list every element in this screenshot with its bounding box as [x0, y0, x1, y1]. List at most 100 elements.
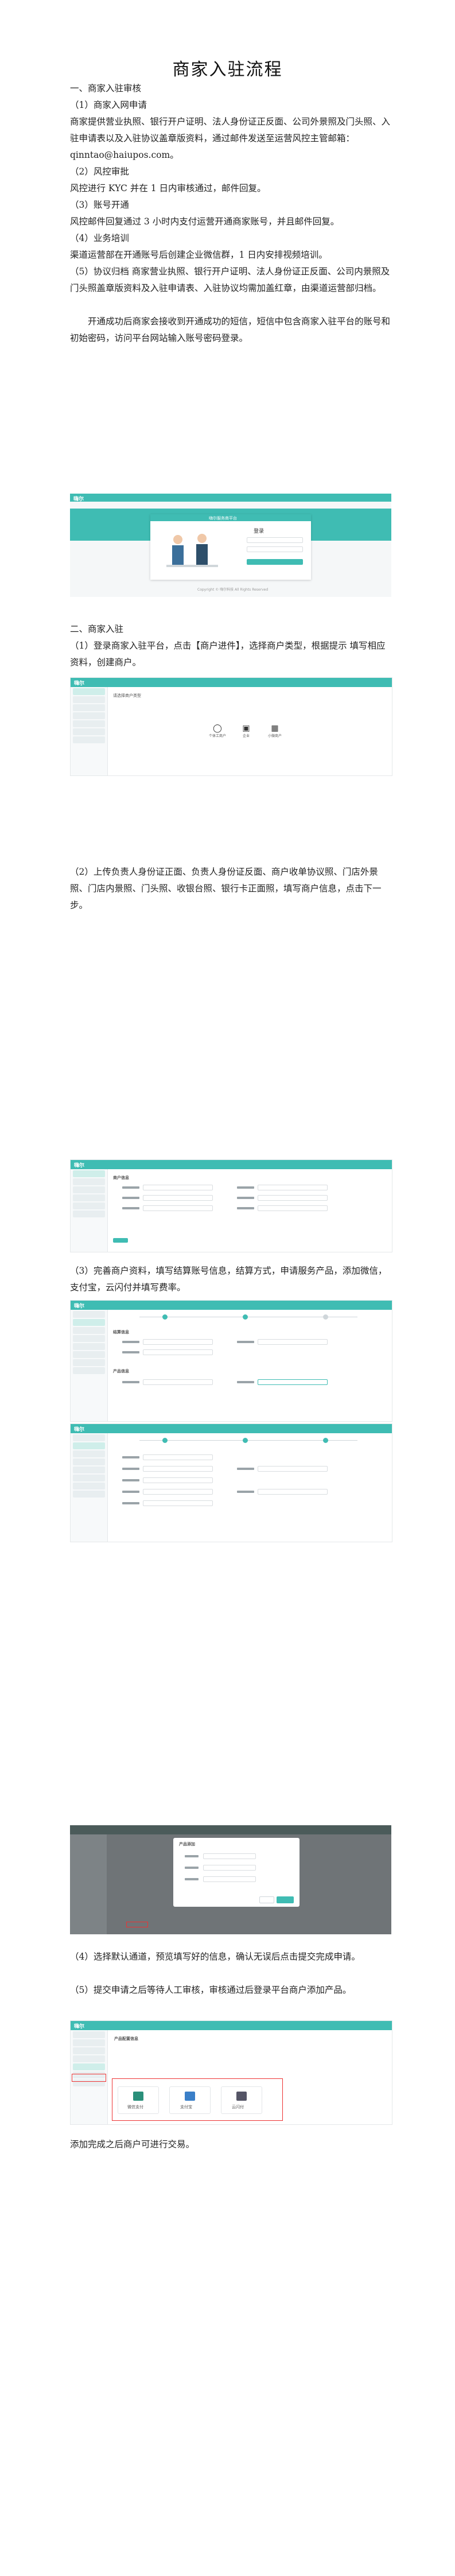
type-personal-option[interactable]: ◯ 个体工商户 — [206, 724, 229, 738]
type-micro-option[interactable]: ▦ 小微商户 — [263, 724, 286, 738]
step-note: 开通成功后商家会接收到开通成功的短信，短信中包含商家入驻平台的账号和初始密码，访… — [70, 316, 391, 343]
cancel-button[interactable] — [259, 1896, 274, 1903]
form-field[interactable] — [143, 1379, 213, 1385]
sidebar-item[interactable] — [73, 704, 105, 711]
form-field[interactable] — [258, 1489, 328, 1495]
form-field[interactable] — [143, 1466, 213, 1472]
step-title: （2）风控审批 — [70, 166, 129, 177]
form-field[interactable] — [143, 1205, 213, 1211]
form-field[interactable] — [258, 1466, 328, 1472]
product-section-title: 产品配置信息 — [114, 2036, 138, 2041]
form-field[interactable] — [203, 1876, 256, 1882]
brand-logo: 嗨尔 — [73, 496, 84, 502]
login-title: 登录 — [254, 529, 265, 534]
product-label: 云闪付 — [232, 2105, 244, 2109]
sidebar-item[interactable] — [73, 736, 105, 743]
merchant-type-prompt: 请选择商户类型 — [113, 693, 141, 698]
sidebar — [70, 1834, 107, 1934]
brand-logo: 嗨尔 — [74, 1427, 85, 1433]
section1-heading: 一、商家入驻审核 — [70, 83, 142, 94]
app-topbar: 嗨尔 — [71, 1160, 392, 1169]
highlight-box — [126, 1922, 148, 1927]
form-field[interactable] — [258, 1195, 328, 1201]
step-body: （1）登录商家入驻平台，点击【商户进件】，选择商户类型，根据提示 填写相应资料，… — [70, 641, 386, 668]
progress-steps — [139, 1314, 357, 1320]
sidebar-item[interactable] — [73, 712, 105, 719]
step-body: 渠道运营部在开通账号后创建企业微信群，1 日内安排视频培训。 — [70, 250, 328, 260]
rates-screenshot: 嗨尔 — [70, 1423, 392, 1542]
sidebar-item[interactable] — [73, 720, 105, 727]
step-body: 风控邮件回复通过 3 小时内支付运营开通商家账号，并且邮件回复。 — [70, 216, 340, 227]
form-section-title: 商户信息 — [113, 1176, 129, 1180]
confirm-button[interactable] — [277, 1896, 294, 1903]
type-label: 小微商户 — [267, 734, 282, 738]
form-field[interactable] — [143, 1195, 213, 1201]
sidebar-item[interactable] — [73, 696, 105, 703]
form-field[interactable] — [258, 1339, 328, 1345]
progress-steps — [139, 1438, 357, 1444]
sidebar — [71, 1433, 108, 1542]
brand-logo: 嗨尔 — [74, 1163, 85, 1169]
form-field[interactable] — [258, 1185, 328, 1190]
product-dialog: 产品添加 — [173, 1838, 300, 1907]
app-topbar: 嗨尔 — [71, 1301, 392, 1310]
step-title: （3）账号开通 — [70, 200, 129, 210]
login-button[interactable] — [247, 559, 303, 565]
brand-logo: 嗨尔 — [74, 681, 85, 686]
username-field[interactable] — [247, 537, 303, 543]
step-title: （1）商家入网申请 — [70, 100, 147, 110]
settlement-screenshot: 嗨尔 结算信息 产品信息 — [70, 1300, 392, 1422]
form-field[interactable] — [143, 1477, 213, 1483]
form-field[interactable] — [143, 1339, 213, 1345]
highlight-box — [72, 2074, 106, 2082]
form-field[interactable] — [203, 1853, 256, 1859]
final-note: 添加完成之后商户可进行交易。 — [70, 2139, 195, 2150]
form-field[interactable] — [258, 1205, 328, 1211]
product-card-unionpay[interactable]: 云闪付 — [221, 2086, 262, 2114]
section2-heading: 二、商家入驻 — [70, 624, 124, 634]
step-body: 商家提供营业执照、银行开户证明、法人身份证正反面、公司外景照及门头照、入驻申请表… — [70, 117, 391, 160]
step-body: （5）协议归档 商家营业执照、银行开户证明、法人身份证正反面、公司内景照及门头照… — [70, 266, 390, 293]
form-field[interactable] — [143, 1349, 213, 1355]
login-banner-title: 嗨尔服务商平台 — [209, 516, 237, 521]
step-title: （4）业务培训 — [70, 233, 129, 243]
form-field[interactable] — [143, 1185, 213, 1190]
dialog-screenshot: 产品添加 — [70, 1825, 391, 1934]
password-field[interactable] — [247, 546, 303, 552]
sidebar — [71, 687, 108, 775]
login-screenshot: 嗨尔 嗨尔服务商平台 登录 Copyright © 嗨尔科技 All Right… — [70, 494, 391, 597]
form-section-title: 结算信息 — [113, 1330, 129, 1334]
login-header-bar: 嗨尔 — [70, 494, 391, 502]
app-topbar — [70, 1825, 391, 1834]
sidebar — [71, 1169, 108, 1252]
brand-logo: 嗨尔 — [74, 2024, 85, 2030]
next-button[interactable] — [113, 1238, 128, 1243]
login-footer: Copyright © 嗨尔科技 All Rights Reserved — [197, 588, 269, 592]
login-card: 嗨尔服务商平台 登录 — [150, 514, 311, 580]
sidebar-item[interactable] — [73, 728, 105, 735]
form-field[interactable] — [143, 1489, 213, 1495]
step-body: （3）完善商户资料，填写结算账号信息，结算方式，申请服务产品，添加微信，支付宝，… — [70, 1266, 387, 1293]
product-card-wechat[interactable]: 微信支付 — [118, 2086, 159, 2114]
form-section-title: 产品信息 — [113, 1369, 129, 1374]
form-field[interactable] — [143, 1454, 213, 1460]
merchant-type-screenshot: 嗨尔 请选择商户类型 ◯ 个体工商户 ▣ 企业 ▦ 小微商户 — [70, 677, 392, 776]
form-field[interactable] — [143, 1500, 213, 1506]
step-body: （4）选择默认通道，预览填写好的信息，确认无误后点击提交完成申请。 — [70, 1952, 360, 1962]
type-label: 个体工商户 — [208, 734, 226, 738]
app-topbar: 嗨尔 — [71, 678, 392, 687]
page-title: 商家入驻流程 — [172, 60, 283, 80]
form-field[interactable] — [258, 1379, 328, 1385]
sidebar-item[interactable] — [73, 688, 105, 695]
dialog-title: 产品添加 — [179, 1842, 195, 1846]
product-label: 微信支付 — [127, 2105, 143, 2109]
step-body: （2）上传负责人身份证正面、负责人身份证反面、商户收单协议照、门店外景照、门店内… — [70, 867, 382, 910]
type-enterprise-option[interactable]: ▣ 企业 — [235, 724, 258, 738]
product-label: 支付宝 — [180, 2105, 192, 2109]
merchant-info-screenshot: 嗨尔 商户信息 — [70, 1159, 392, 1252]
type-label: 企业 — [242, 734, 250, 738]
form-field[interactable] — [203, 1865, 256, 1871]
product-card-alipay[interactable]: 支付宝 — [169, 2086, 211, 2114]
brand-logo: 嗨尔 — [74, 1303, 85, 1309]
sidebar — [71, 1310, 108, 1421]
